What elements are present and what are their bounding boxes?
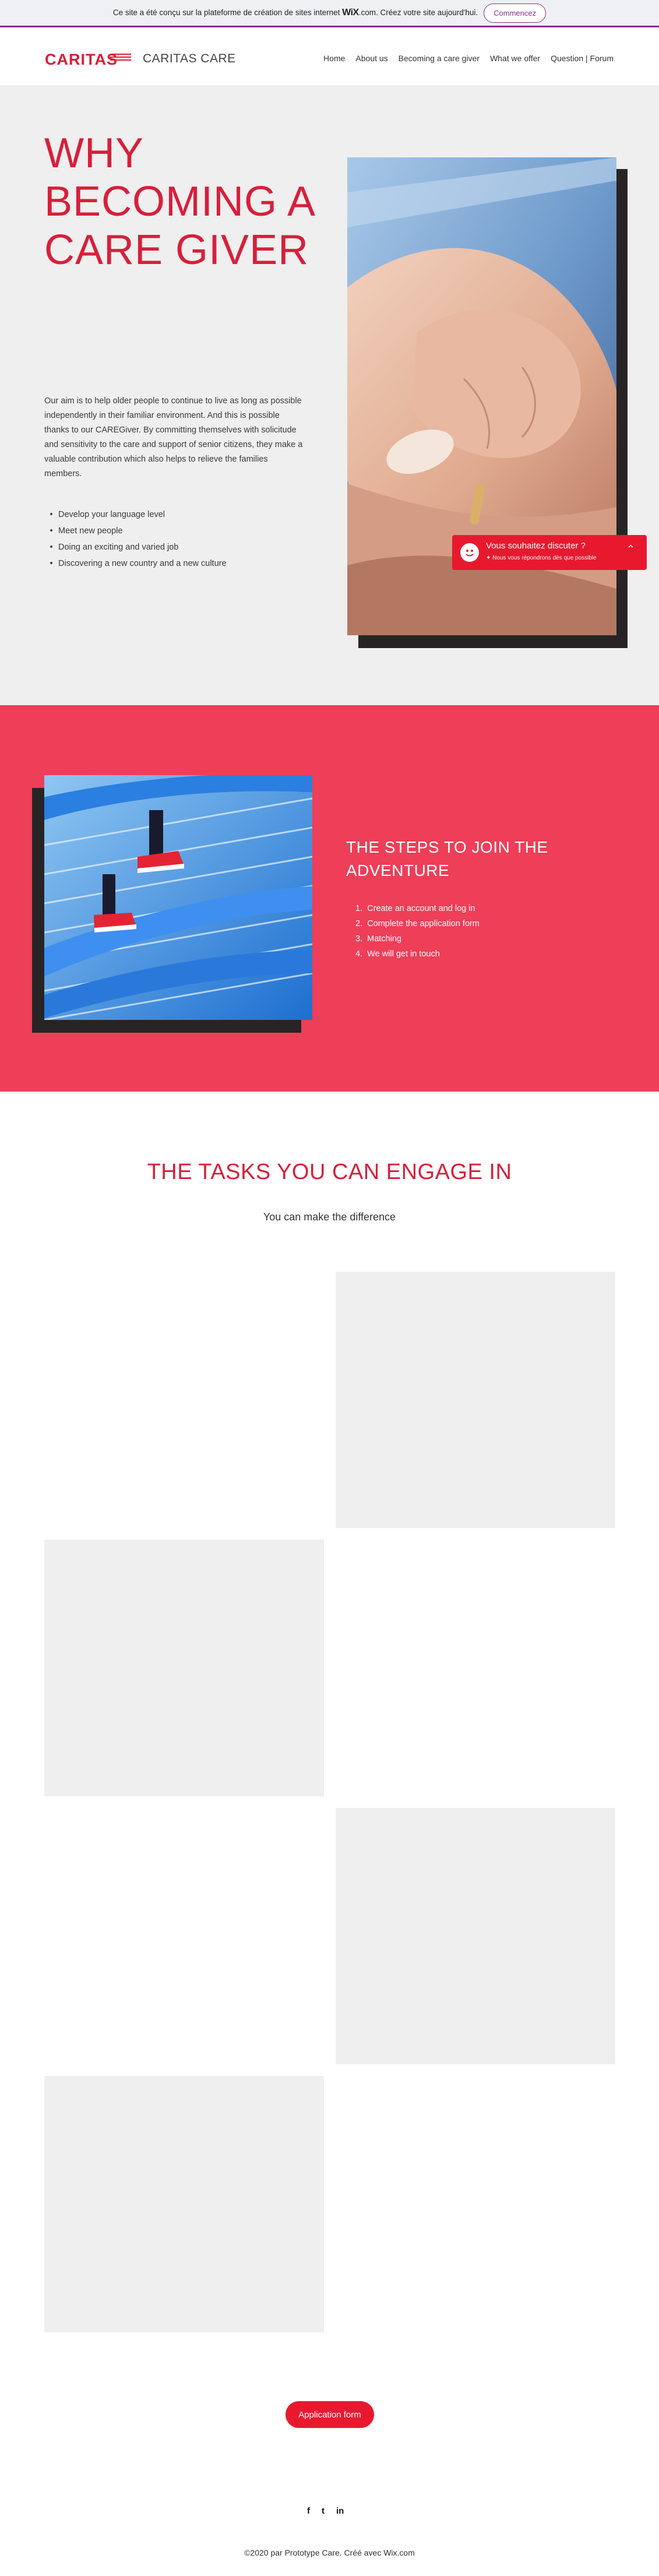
nav-about-us[interactable]: About us — [355, 54, 387, 63]
chat-widget[interactable]: Vous souhaitez discuter ? ✦ Nous vous ré… — [452, 535, 647, 570]
caritas-logo[interactable]: CARITAS — [45, 51, 118, 69]
tasks-subtitle: You can make the difference — [263, 1211, 396, 1223]
nav-becoming-care-giver[interactable]: Becoming a care giver — [399, 54, 480, 63]
application-form-button[interactable]: Application form — [286, 2401, 374, 2428]
list-item: Discovering a new country and a new cult… — [44, 555, 227, 572]
list-item: 2. Complete the application form — [355, 919, 480, 928]
steps-title: THE STEPS TO JOIN THE ADVENTURE — [346, 838, 548, 879]
list-item: Doing an exciting and varied job — [44, 539, 227, 555]
nav-what-we-offer[interactable]: What we offer — [490, 54, 540, 63]
chat-title: Vous souhaitez discuter ? — [486, 541, 586, 551]
nav-question-forum[interactable]: Question | Forum — [551, 54, 614, 63]
stairs-image — [44, 775, 312, 1020]
list-item: Meet new people — [44, 523, 227, 539]
social-links: f t in — [307, 2506, 344, 2516]
chat-avatar-icon — [460, 543, 479, 562]
site-header: CARITAS CARITAS CARE Home About us Becom… — [0, 27, 659, 86]
nav-home[interactable]: Home — [323, 54, 345, 63]
twitter-icon[interactable]: t — [322, 2506, 325, 2516]
wix-logo: WiX — [342, 8, 359, 17]
list-item: 4. We will get in touch — [355, 949, 440, 959]
hero-paragraph: Our aim is to help older people to conti… — [44, 396, 303, 478]
hero-title: WHY BECOMING A CARE GIVER — [44, 130, 314, 273]
facebook-icon[interactable]: f — [307, 2506, 310, 2516]
tasks-title: THE TASKS YOU CAN ENGAGE IN — [147, 1160, 512, 1184]
linkedin-icon[interactable]: in — [336, 2506, 344, 2516]
hero-bullet-list: Develop your language level Meet new peo… — [44, 506, 227, 572]
wix-banner-text: Ce site a été conçu sur la plateforme de… — [112, 8, 478, 17]
brand-name[interactable]: CARITAS CARE — [143, 52, 236, 66]
chevron-up-icon[interactable]: ⌃ — [626, 543, 635, 555]
list-item: Develop your language level — [44, 506, 227, 523]
logo-lines-icon — [110, 54, 131, 62]
footer-text: ©2020 par Prototype Care. Créé avec Wix.… — [244, 2548, 415, 2557]
wix-start-button[interactable]: Commencez — [484, 3, 547, 23]
task-card — [336, 1272, 615, 1528]
steps-list: 1. Create an account and log in 2. Compl… — [355, 901, 480, 962]
chat-subtitle: ✦ Nous vous répondrons dès que possible — [486, 555, 597, 561]
task-card — [336, 1808, 615, 2064]
wix-banner: Ce site a été conçu sur la plateforme de… — [0, 0, 659, 27]
task-card — [44, 2076, 324, 2332]
list-item: 3. Matching — [355, 934, 401, 944]
list-item: 1. Create an account and log in — [355, 904, 475, 913]
task-card — [44, 1540, 324, 1796]
main-nav: Home About us Becoming a care giver What… — [323, 54, 614, 63]
